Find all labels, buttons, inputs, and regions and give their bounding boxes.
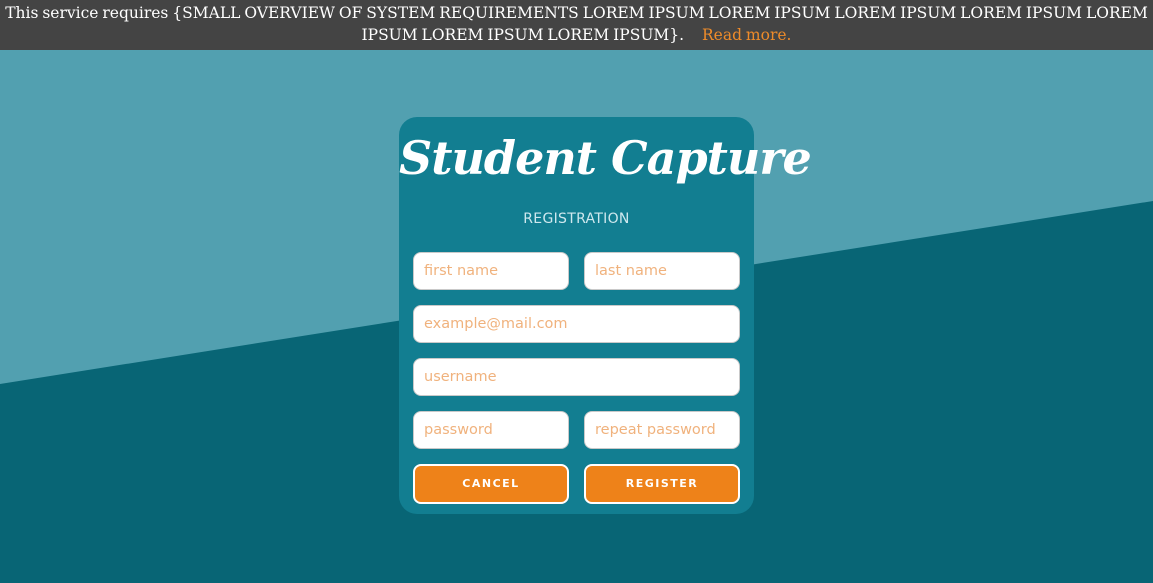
read-more-link[interactable]: Read more. bbox=[702, 26, 791, 44]
last-name-input[interactable] bbox=[584, 252, 740, 290]
cancel-button[interactable]: CANCEL bbox=[413, 464, 569, 504]
password-input[interactable] bbox=[413, 411, 569, 449]
student-capture-logo: Student Capture bbox=[399, 131, 812, 185]
banner-text: This service requires {SMALL OVERVIEW OF… bbox=[5, 4, 1148, 44]
email-input[interactable] bbox=[413, 305, 740, 343]
repeat-password-input[interactable] bbox=[584, 411, 740, 449]
first-name-input[interactable] bbox=[413, 252, 569, 290]
register-button[interactable]: REGISTER bbox=[584, 464, 740, 504]
registration-title: REGISTRATION bbox=[523, 211, 630, 227]
username-input[interactable] bbox=[413, 358, 740, 396]
requirements-banner: This service requires {SMALL OVERVIEW OF… bbox=[0, 0, 1153, 50]
registration-card: Student Capture REGISTRATION CANCEL REGI… bbox=[399, 117, 812, 514]
